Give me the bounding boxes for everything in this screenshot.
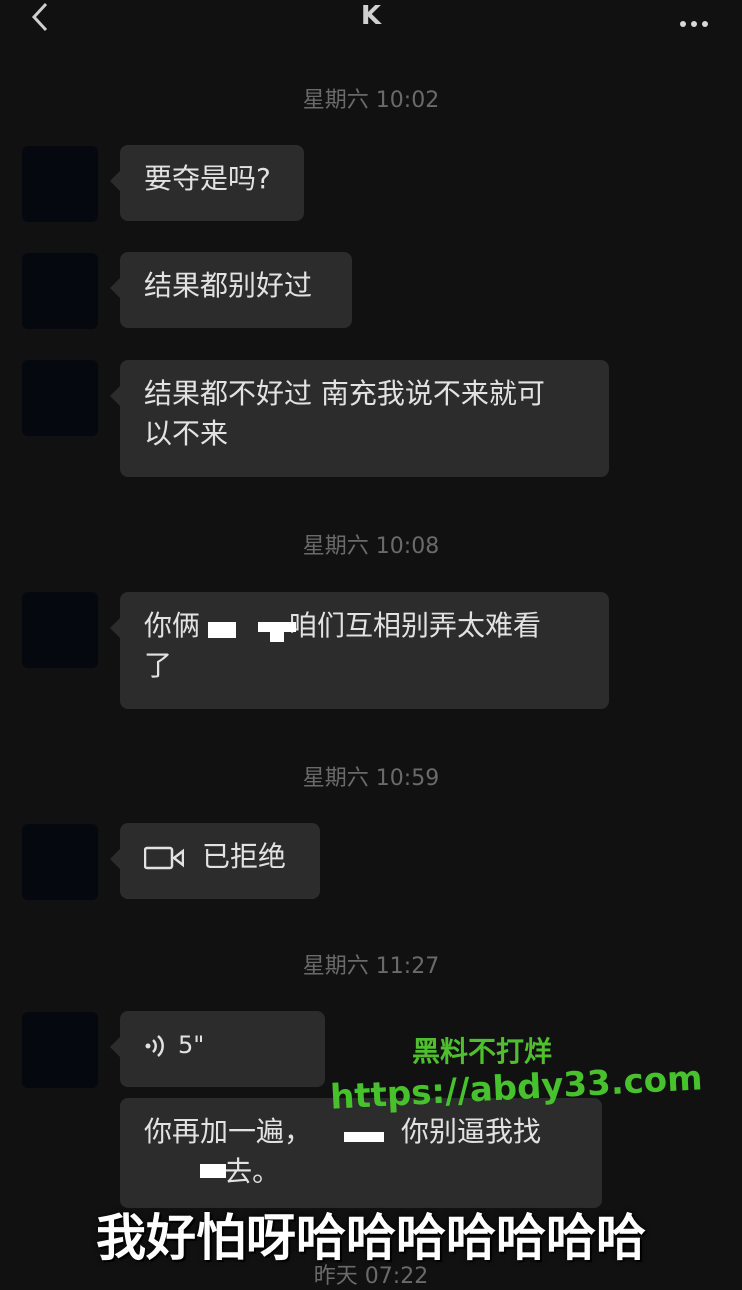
avatar[interactable] xyxy=(22,1012,98,1088)
redaction-mark xyxy=(344,1132,384,1142)
overlay-caption: 我好怕呀哈哈哈哈哈哈哈 xyxy=(96,1209,646,1267)
avatar[interactable] xyxy=(22,146,98,222)
message-text-line: 以不来 xyxy=(144,417,229,450)
call-bubble[interactable]: 已拒绝 xyxy=(110,823,320,899)
message-bubble[interactable]: 结果都别好过 xyxy=(110,252,352,328)
redaction-mark xyxy=(208,622,236,638)
voice-duration: 5" xyxy=(178,1031,205,1059)
chat-title: K xyxy=(360,1,382,31)
chat-header: K xyxy=(0,0,742,40)
message-text-line: 结果都不好过 南充我说不来就可 xyxy=(144,377,545,410)
watermark-text: 黑料不打烊 xyxy=(412,1035,553,1068)
avatar[interactable] xyxy=(22,592,98,668)
avatar[interactable] xyxy=(22,360,98,436)
message-bubble[interactable]: 结果都不好过 南充我说不来就可 以不来 xyxy=(110,360,609,477)
timestamp: 星期六 10:02 xyxy=(302,88,440,113)
timestamp: 星期六 10:08 xyxy=(302,534,440,559)
avatar[interactable] xyxy=(22,253,98,329)
voice-icon xyxy=(145,1035,164,1057)
message-text: 结果都别好过 xyxy=(144,269,313,302)
message-bubble[interactable]: 要夺是吗? xyxy=(110,145,304,221)
message-bubble[interactable]: 你俩 咱们互相别弄太难看 了 xyxy=(110,592,609,709)
redaction-mark xyxy=(270,630,284,642)
more-icon[interactable] xyxy=(675,12,708,31)
video-camera-icon xyxy=(144,846,184,870)
redaction-mark xyxy=(200,1164,226,1178)
timestamp: 星期六 10:59 xyxy=(302,766,440,791)
timestamp: 星期六 11:27 xyxy=(302,954,440,979)
message-text: 要夺是吗? xyxy=(144,162,271,195)
avatar[interactable] xyxy=(22,824,98,900)
voice-message-bubble[interactable]: 5" xyxy=(110,1011,325,1087)
call-status-text: 已拒绝 xyxy=(202,840,287,873)
message-text-line: 了 xyxy=(144,649,173,682)
